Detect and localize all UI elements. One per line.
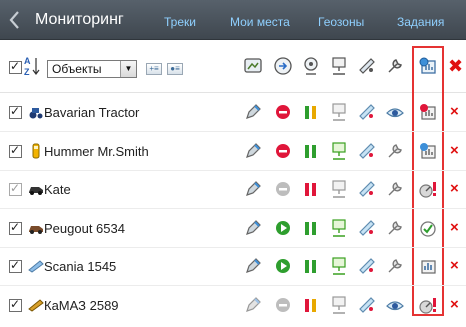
stop-icon[interactable] <box>272 178 294 200</box>
row-checkbox[interactable] <box>9 297 22 312</box>
connection-status-icon[interactable] <box>328 140 350 162</box>
car-icon <box>28 181 44 197</box>
pencil-icon[interactable] <box>242 217 264 239</box>
table-row[interactable]: Hummer Mr.Smith × <box>0 133 466 171</box>
delete-row-icon[interactable]: × <box>450 257 459 275</box>
page-title: Мониторинг <box>35 11 124 28</box>
top-navigation-bar: Мониторинг Треки Мои места Геозоны Задан… <box>0 0 466 40</box>
satellite-icon[interactable] <box>356 101 378 123</box>
row-checkbox[interactable] <box>9 143 22 158</box>
play-icon[interactable] <box>272 255 294 277</box>
sensors-icon[interactable] <box>417 255 439 277</box>
table-row[interactable]: Bavarian Tractor × <box>0 94 466 132</box>
connection-status-icon[interactable] <box>328 101 350 123</box>
sensor-ok-icon[interactable] <box>417 217 439 239</box>
unit-name: КаМАЗ 2589 <box>44 298 119 313</box>
satellite-icon[interactable] <box>356 217 378 239</box>
delete-row-icon[interactable]: × <box>450 180 459 198</box>
unit-name: Kate <box>44 182 71 197</box>
delete-all-icon[interactable]: ✖ <box>448 56 463 76</box>
satellite-icon[interactable] <box>356 178 378 200</box>
tab-my-places[interactable]: Мои места <box>230 14 290 30</box>
connection-status-icon[interactable] <box>328 217 350 239</box>
pencil-icon[interactable] <box>242 140 264 162</box>
satellite-icon[interactable] <box>356 294 378 316</box>
tools-icon[interactable] <box>384 55 406 77</box>
person-icon <box>28 143 44 159</box>
unit-name: Hummer Mr.Smith <box>44 144 149 159</box>
delete-row-icon[interactable]: × <box>450 142 459 160</box>
sort-az-icon[interactable]: A Z <box>24 55 40 77</box>
object-type-select-value: Объекты <box>52 62 102 76</box>
sensors-icon[interactable] <box>417 140 439 162</box>
svg-text:A: A <box>24 56 31 66</box>
sensor-alert-icon[interactable] <box>417 294 439 316</box>
pencil-icon[interactable] <box>242 101 264 123</box>
stop-icon[interactable] <box>272 140 294 162</box>
satellite-icon[interactable] <box>356 55 378 77</box>
parking-status-icon[interactable] <box>300 140 322 162</box>
tab-tasks[interactable]: Задания <box>397 14 444 30</box>
svg-text:Z: Z <box>24 67 30 77</box>
expand-all-button[interactable]: +≡ <box>146 63 162 75</box>
sensor-alert-icon[interactable] <box>417 178 439 200</box>
truck-icon <box>28 297 44 313</box>
pencil-icon[interactable] <box>242 255 264 277</box>
map-visibility-icon[interactable] <box>242 55 264 77</box>
follow-object-icon[interactable] <box>272 55 294 77</box>
tools-icon[interactable] <box>384 140 406 162</box>
connection-status-icon[interactable] <box>328 55 350 77</box>
pencil-icon[interactable] <box>242 178 264 200</box>
delete-row-icon[interactable]: × <box>450 296 459 314</box>
unit-name: Scania 1545 <box>44 259 117 274</box>
eye-icon[interactable] <box>384 101 406 123</box>
table-row[interactable]: Kate × <box>0 171 466 209</box>
connection-status-icon[interactable] <box>328 178 350 200</box>
sensors-icon[interactable] <box>417 101 439 123</box>
locator-icon[interactable] <box>300 55 322 77</box>
delete-row-icon[interactable]: × <box>450 103 459 121</box>
connection-status-icon[interactable] <box>328 255 350 277</box>
chevron-down-icon[interactable]: ▼ <box>120 61 136 77</box>
connection-status-icon[interactable] <box>328 294 350 316</box>
row-checkbox[interactable] <box>9 104 22 119</box>
delete-row-icon[interactable]: × <box>450 219 459 237</box>
row-checkbox[interactable] <box>9 181 22 196</box>
object-type-select[interactable]: Объекты ▼ <box>47 60 137 78</box>
tools-icon[interactable] <box>384 178 406 200</box>
tools-icon[interactable] <box>384 217 406 239</box>
table-row[interactable]: Scania 1545 × <box>0 248 466 286</box>
list-toolbar: A Z Объекты ▼ +≡ ●≡ ✖ <box>0 41 466 93</box>
stop-icon[interactable] <box>272 101 294 123</box>
eye-icon[interactable] <box>384 294 406 316</box>
parking-status-icon[interactable] <box>300 294 322 316</box>
parking-status-icon[interactable] <box>300 255 322 277</box>
table-row[interactable]: КаМАЗ 2589 × <box>0 287 466 325</box>
play-icon[interactable] <box>272 217 294 239</box>
truck-icon <box>28 258 44 274</box>
unit-name: Bavarian Tractor <box>44 105 140 120</box>
collapse-all-button[interactable]: ●≡ <box>167 63 183 75</box>
parking-status-icon[interactable] <box>300 217 322 239</box>
stop-icon[interactable] <box>272 294 294 316</box>
parking-status-icon[interactable] <box>300 101 322 123</box>
unit-name: Peugout 6534 <box>44 221 125 236</box>
back-arrow-icon[interactable] <box>8 10 20 30</box>
parking-status-icon[interactable] <box>300 178 322 200</box>
tab-geozones[interactable]: Геозоны <box>318 14 364 30</box>
tractor-icon <box>28 104 44 120</box>
pencil-icon[interactable] <box>242 294 264 316</box>
row-checkbox[interactable] <box>9 258 22 273</box>
tools-icon[interactable] <box>384 255 406 277</box>
tab-tracks[interactable]: Треки <box>164 14 196 30</box>
satellite-icon[interactable] <box>356 255 378 277</box>
row-checkbox[interactable] <box>9 220 22 235</box>
satellite-icon[interactable] <box>356 140 378 162</box>
table-row[interactable]: Peugout 6534 × <box>0 210 466 248</box>
car-icon <box>28 220 44 236</box>
select-all-checkbox[interactable] <box>9 59 22 74</box>
